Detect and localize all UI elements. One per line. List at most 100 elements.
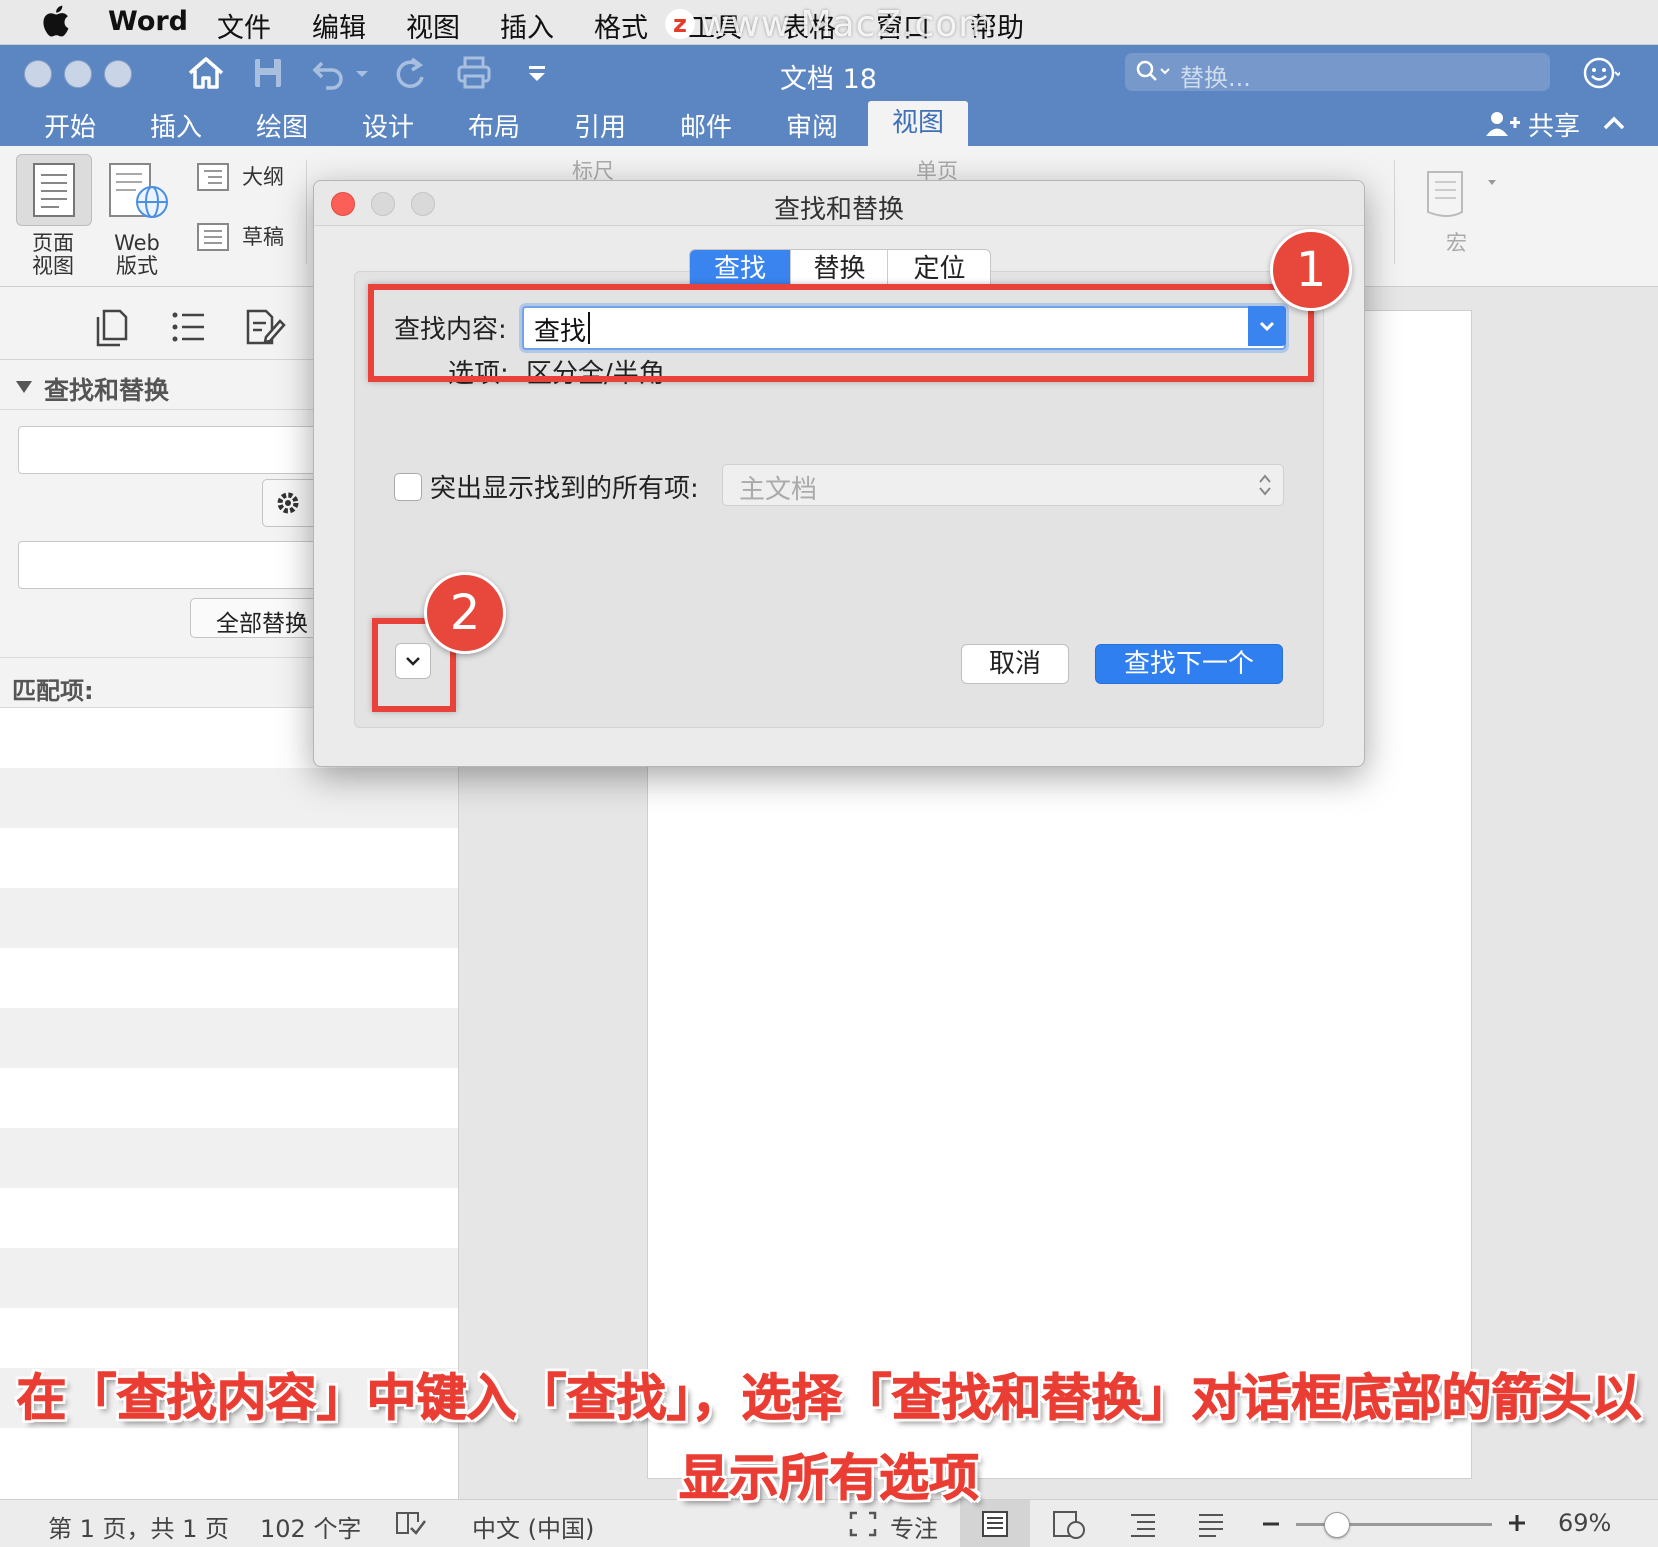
- menu-item-edit[interactable]: 编辑: [312, 6, 366, 45]
- window-zoom-button[interactable]: [104, 60, 132, 88]
- dialog-tabs: 查找 替换 定位: [689, 249, 991, 289]
- up-down-chevron-icon: [1259, 474, 1271, 496]
- page-view-button[interactable]: [16, 154, 92, 226]
- ribbon-divider: [1394, 160, 1395, 264]
- matches-label: 匹配项:: [12, 677, 94, 705]
- highlight-all-label: 突出显示找到的所有项:: [430, 474, 699, 504]
- list-item: [0, 1248, 458, 1308]
- undo-dropdown-icon[interactable]: [352, 55, 372, 91]
- macro-icon[interactable]: [1418, 166, 1498, 222]
- tab-mailings[interactable]: 邮件: [680, 107, 732, 144]
- list-item: [0, 1128, 458, 1188]
- draft-icon[interactable]: [196, 222, 230, 252]
- pane-section-title: 查找和替换: [44, 376, 170, 405]
- list-item: [0, 1008, 458, 1068]
- menu-item-view[interactable]: 视图: [406, 6, 460, 45]
- collapse-ribbon-icon[interactable]: [1600, 111, 1628, 135]
- gear-icon: [277, 492, 299, 514]
- search-icon: [1136, 60, 1170, 81]
- edit-document-icon[interactable]: [244, 307, 286, 347]
- menu-item-file[interactable]: 文件: [217, 6, 271, 45]
- tab-references[interactable]: 引用: [574, 107, 626, 144]
- share-button[interactable]: 共享: [1528, 106, 1580, 143]
- list-item: [0, 888, 458, 948]
- dialog-title: 查找和替换: [773, 195, 904, 225]
- document-map-icon[interactable]: [170, 309, 208, 345]
- find-next-button[interactable]: 查找下一个: [1095, 644, 1283, 684]
- focus-icon[interactable]: [848, 1510, 878, 1538]
- tab-replace[interactable]: 替换: [790, 250, 888, 288]
- print-layout-icon: [982, 1511, 1008, 1537]
- caption-line-1: 在「查找内容」中键入「查找」，选择「查找和替换」对话框底部的箭头以: [16, 1369, 1642, 1428]
- tab-design[interactable]: 设计: [362, 107, 414, 144]
- list-item: [0, 1068, 458, 1128]
- undo-icon[interactable]: [310, 55, 350, 91]
- web-layout-label: Web 版式: [114, 231, 160, 278]
- document-title: 文档 18: [780, 64, 877, 95]
- save-icon[interactable]: [248, 55, 288, 91]
- page-count[interactable]: 第 1 页，共 1 页: [48, 1509, 229, 1544]
- menu-bar: Word 文件 编辑 视图 插入 格式 工具 表格 窗口 帮助 z www.Ma…: [0, 0, 1658, 45]
- thumbnails-icon[interactable]: [92, 307, 130, 347]
- web-layout-status-icon[interactable]: [1052, 1510, 1086, 1540]
- outline-status-icon[interactable]: [1128, 1510, 1158, 1538]
- tab-layout[interactable]: 布局: [468, 107, 520, 144]
- menu-app-name[interactable]: Word: [108, 6, 188, 37]
- macro-label: 宏: [1446, 231, 1467, 255]
- add-person-icon[interactable]: [1484, 109, 1522, 139]
- ribbon-tab-bar: 开始 插入 绘图 设计 布局 引用 邮件 审阅 视图 共享: [0, 101, 1658, 146]
- proofing-icon[interactable]: [394, 1510, 428, 1538]
- tab-find[interactable]: 查找: [690, 250, 790, 288]
- outline-label: 大纲: [242, 165, 284, 189]
- search-scope-value: 主文档: [739, 475, 818, 505]
- replace-all-label: 全部替换: [216, 611, 308, 637]
- page-view-label: 页面 视图: [32, 231, 74, 278]
- print-icon[interactable]: [454, 55, 494, 91]
- focus-label[interactable]: 专注: [890, 1509, 938, 1544]
- tab-view[interactable]: 视图: [868, 101, 969, 146]
- tab-review[interactable]: 审阅: [786, 107, 838, 144]
- disclosure-triangle-icon[interactable]: [14, 377, 34, 397]
- tab-insert[interactable]: 插入: [150, 107, 202, 144]
- step-badge-2: 2: [424, 572, 506, 654]
- page-view-icon: [33, 163, 75, 217]
- draft-label: 草稿: [242, 225, 284, 249]
- tab-home[interactable]: 开始: [44, 107, 96, 144]
- tab-goto[interactable]: 定位: [887, 250, 990, 288]
- window-minimize-button[interactable]: [64, 60, 92, 88]
- zoom-in-icon[interactable]: [1506, 1512, 1528, 1534]
- redo-icon[interactable]: [390, 55, 430, 91]
- zoom-out-icon[interactable]: [1260, 1514, 1282, 1534]
- ribbon-divider: [306, 160, 307, 264]
- list-item: [0, 1188, 458, 1248]
- apple-logo-icon[interactable]: [40, 4, 70, 38]
- step-badge-1: 1: [1270, 229, 1352, 311]
- dialog-title-bar: 查找和替换: [314, 181, 1364, 226]
- draft-status-icon[interactable]: [1196, 1510, 1226, 1538]
- caption-line-2: 显示所有选项: [679, 1449, 980, 1508]
- list-item: [0, 768, 458, 828]
- feedback-smiley-icon[interactable]: [1582, 54, 1620, 92]
- home-icon[interactable]: [186, 55, 226, 91]
- highlight-box-find-field: [368, 284, 1314, 382]
- list-item: [0, 948, 458, 1008]
- zoom-slider-thumb[interactable]: [1323, 1512, 1350, 1538]
- outline-icon[interactable]: [196, 162, 230, 192]
- window-close-button[interactable]: [24, 60, 52, 88]
- customize-toolbar-icon[interactable]: [524, 55, 550, 91]
- cancel-button[interactable]: 取消: [961, 644, 1069, 684]
- menu-item-insert[interactable]: 插入: [500, 6, 554, 45]
- highlight-all-checkbox[interactable]: [394, 473, 422, 501]
- word-count[interactable]: 102 个字: [260, 1509, 361, 1544]
- tab-draw[interactable]: 绘图: [256, 107, 308, 144]
- find-replace-dialog: 查找和替换 查找 替换 定位 查找内容: 查找 选项: 区分全/半角 突出显示找…: [313, 180, 1365, 767]
- search-scope-select[interactable]: 主文档: [722, 464, 1284, 506]
- web-layout-icon[interactable]: [106, 160, 172, 224]
- search-input[interactable]: 替换...: [1125, 53, 1550, 92]
- menu-item-format[interactable]: 格式: [594, 6, 648, 45]
- zoom-percentage[interactable]: 69%: [1558, 1509, 1611, 1537]
- watermark: www.MacZ.com: [700, 4, 995, 45]
- language-indicator[interactable]: 中文 (中国): [472, 1509, 594, 1544]
- watermark-logo: z: [665, 9, 695, 39]
- window-title-bar: 文档 18 替换...: [0, 45, 1658, 101]
